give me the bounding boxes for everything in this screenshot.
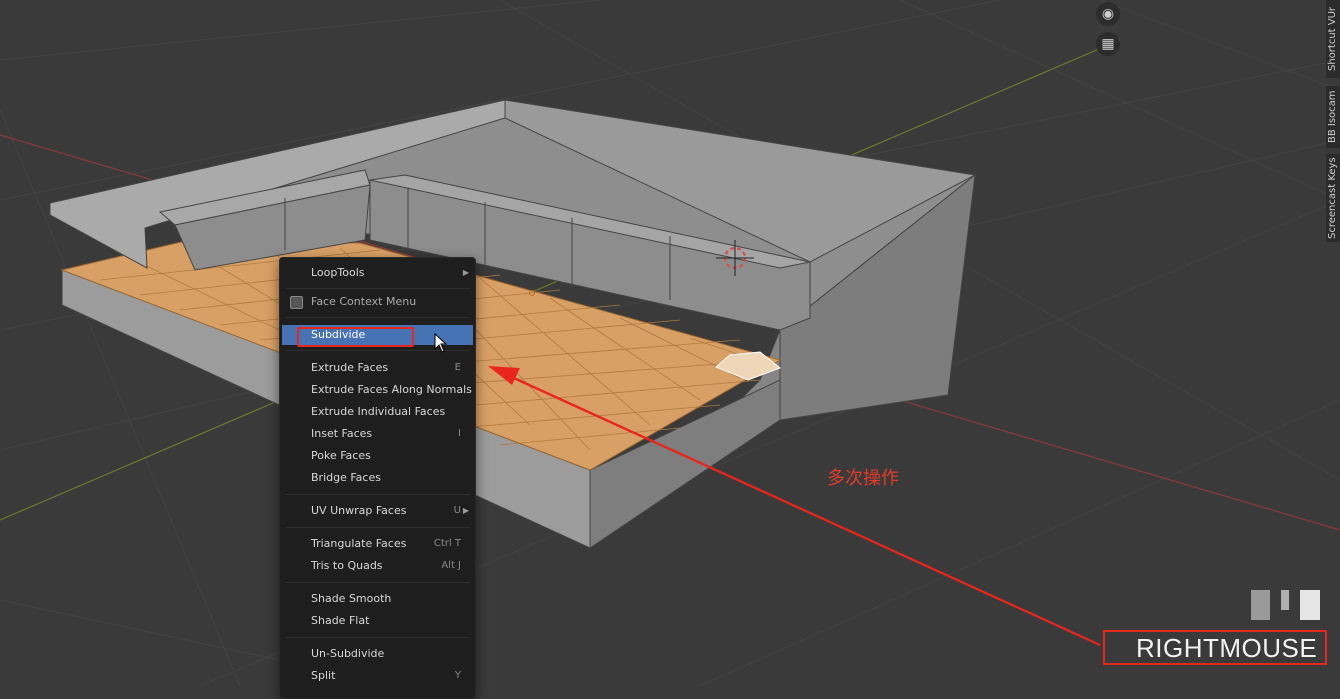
mouse-right-button-indicator [1300, 590, 1320, 620]
shortcut-label: Ctrl T [433, 538, 461, 549]
menu-item-label: Inset Faces [311, 427, 373, 440]
menu-item-un-subdivide[interactable]: Un-Subdivide [282, 644, 473, 664]
shortcut-label: Alt J [441, 560, 461, 571]
menu-item-inset-faces[interactable]: Inset Faces I [282, 424, 473, 444]
key-display-text: RIGHTMOUSE [1136, 633, 1318, 663]
camera-icon[interactable]: ◉ [1096, 2, 1120, 26]
menu-separator [286, 317, 469, 318]
grid-view-icon[interactable]: ▦ [1096, 32, 1120, 56]
mouse-middle-button-indicator [1281, 590, 1289, 610]
menu-item-label: Shade Smooth [311, 592, 392, 605]
menu-separator [286, 582, 469, 583]
shortcut-label: E [454, 362, 461, 373]
menu-item-label: Face Context Menu [311, 295, 417, 308]
menu-item-looptools[interactable]: LoopTools ▶ [282, 263, 473, 283]
menu-item-extrude-faces[interactable]: Extrude Faces E [282, 358, 473, 378]
menu-item-label: LoopTools [311, 266, 365, 279]
menu-separator [286, 527, 469, 528]
shortcut-label: U [453, 505, 461, 516]
menu-item-label: Un-Subdivide [311, 647, 385, 660]
shortcut-label: I [458, 428, 461, 439]
side-tab-shortcut-vur[interactable]: Shortcut VUr [1326, 0, 1340, 78]
menu-item-shade-flat[interactable]: Shade Flat [282, 611, 473, 631]
submenu-arrow-icon: ▶ [462, 268, 469, 277]
side-tab-bb-isocam[interactable]: BB Isocam [1326, 86, 1340, 148]
menu-item-triangulate-faces[interactable]: Triangulate Faces Ctrl T [282, 534, 473, 554]
mouse-left-button-indicator [1251, 590, 1270, 620]
menu-item-poke-faces[interactable]: Poke Faces [282, 446, 473, 466]
menu-item-extrude-individual-faces[interactable]: Extrude Individual Faces [282, 402, 473, 422]
menu-item-bridge-faces[interactable]: Bridge Faces [282, 468, 473, 488]
menu-item-label: Triangulate Faces [311, 537, 407, 550]
subdivide-highlight [297, 327, 414, 347]
menu-item-tris-to-quads[interactable]: Tris to Quads Alt J [282, 556, 473, 576]
menu-item-label: Extrude Faces Along Normals [311, 383, 472, 396]
shortcut-label: Y [454, 670, 461, 681]
menu-item-label: Poke Faces [311, 449, 371, 462]
side-tab-screencast-keys[interactable]: Screencast Keys [1326, 154, 1340, 242]
mouse-pointer-icon [434, 333, 448, 353]
menu-item-label: UV Unwrap Faces [311, 504, 407, 517]
face-icon [290, 296, 303, 309]
submenu-arrow-icon: ▶ [462, 506, 469, 515]
annotation-note: 多次操作 [827, 468, 899, 489]
menu-item-label: Split [311, 669, 336, 682]
3d-viewport[interactable]: ◉ ▦ Shortcut VUr BB Isocam Screencast Ke… [0, 0, 1340, 699]
menu-item-label: Shade Flat [311, 614, 370, 627]
menu-separator [286, 288, 469, 289]
menu-separator [286, 637, 469, 638]
menu-item-face-context-menu[interactable]: Face Context Menu [282, 292, 473, 312]
menu-item-extrude-faces-along-normals[interactable]: Extrude Faces Along Normals [282, 380, 473, 400]
menu-item-label: Extrude Individual Faces [311, 405, 446, 418]
viewport-scene [0, 0, 1340, 686]
menu-item-label: Tris to Quads [311, 559, 383, 572]
menu-item-label: Bridge Faces [311, 471, 381, 484]
face-context-menu: LoopTools ▶ Face Context Menu Subdivide … [279, 257, 476, 699]
menu-item-shade-smooth[interactable]: Shade Smooth [282, 589, 473, 609]
menu-item-uv-unwrap-faces[interactable]: UV Unwrap Faces U ▶ [282, 501, 473, 521]
menu-separator [286, 494, 469, 495]
menu-item-split[interactable]: Split Y [282, 666, 473, 686]
menu-item-label: Extrude Faces [311, 361, 389, 374]
